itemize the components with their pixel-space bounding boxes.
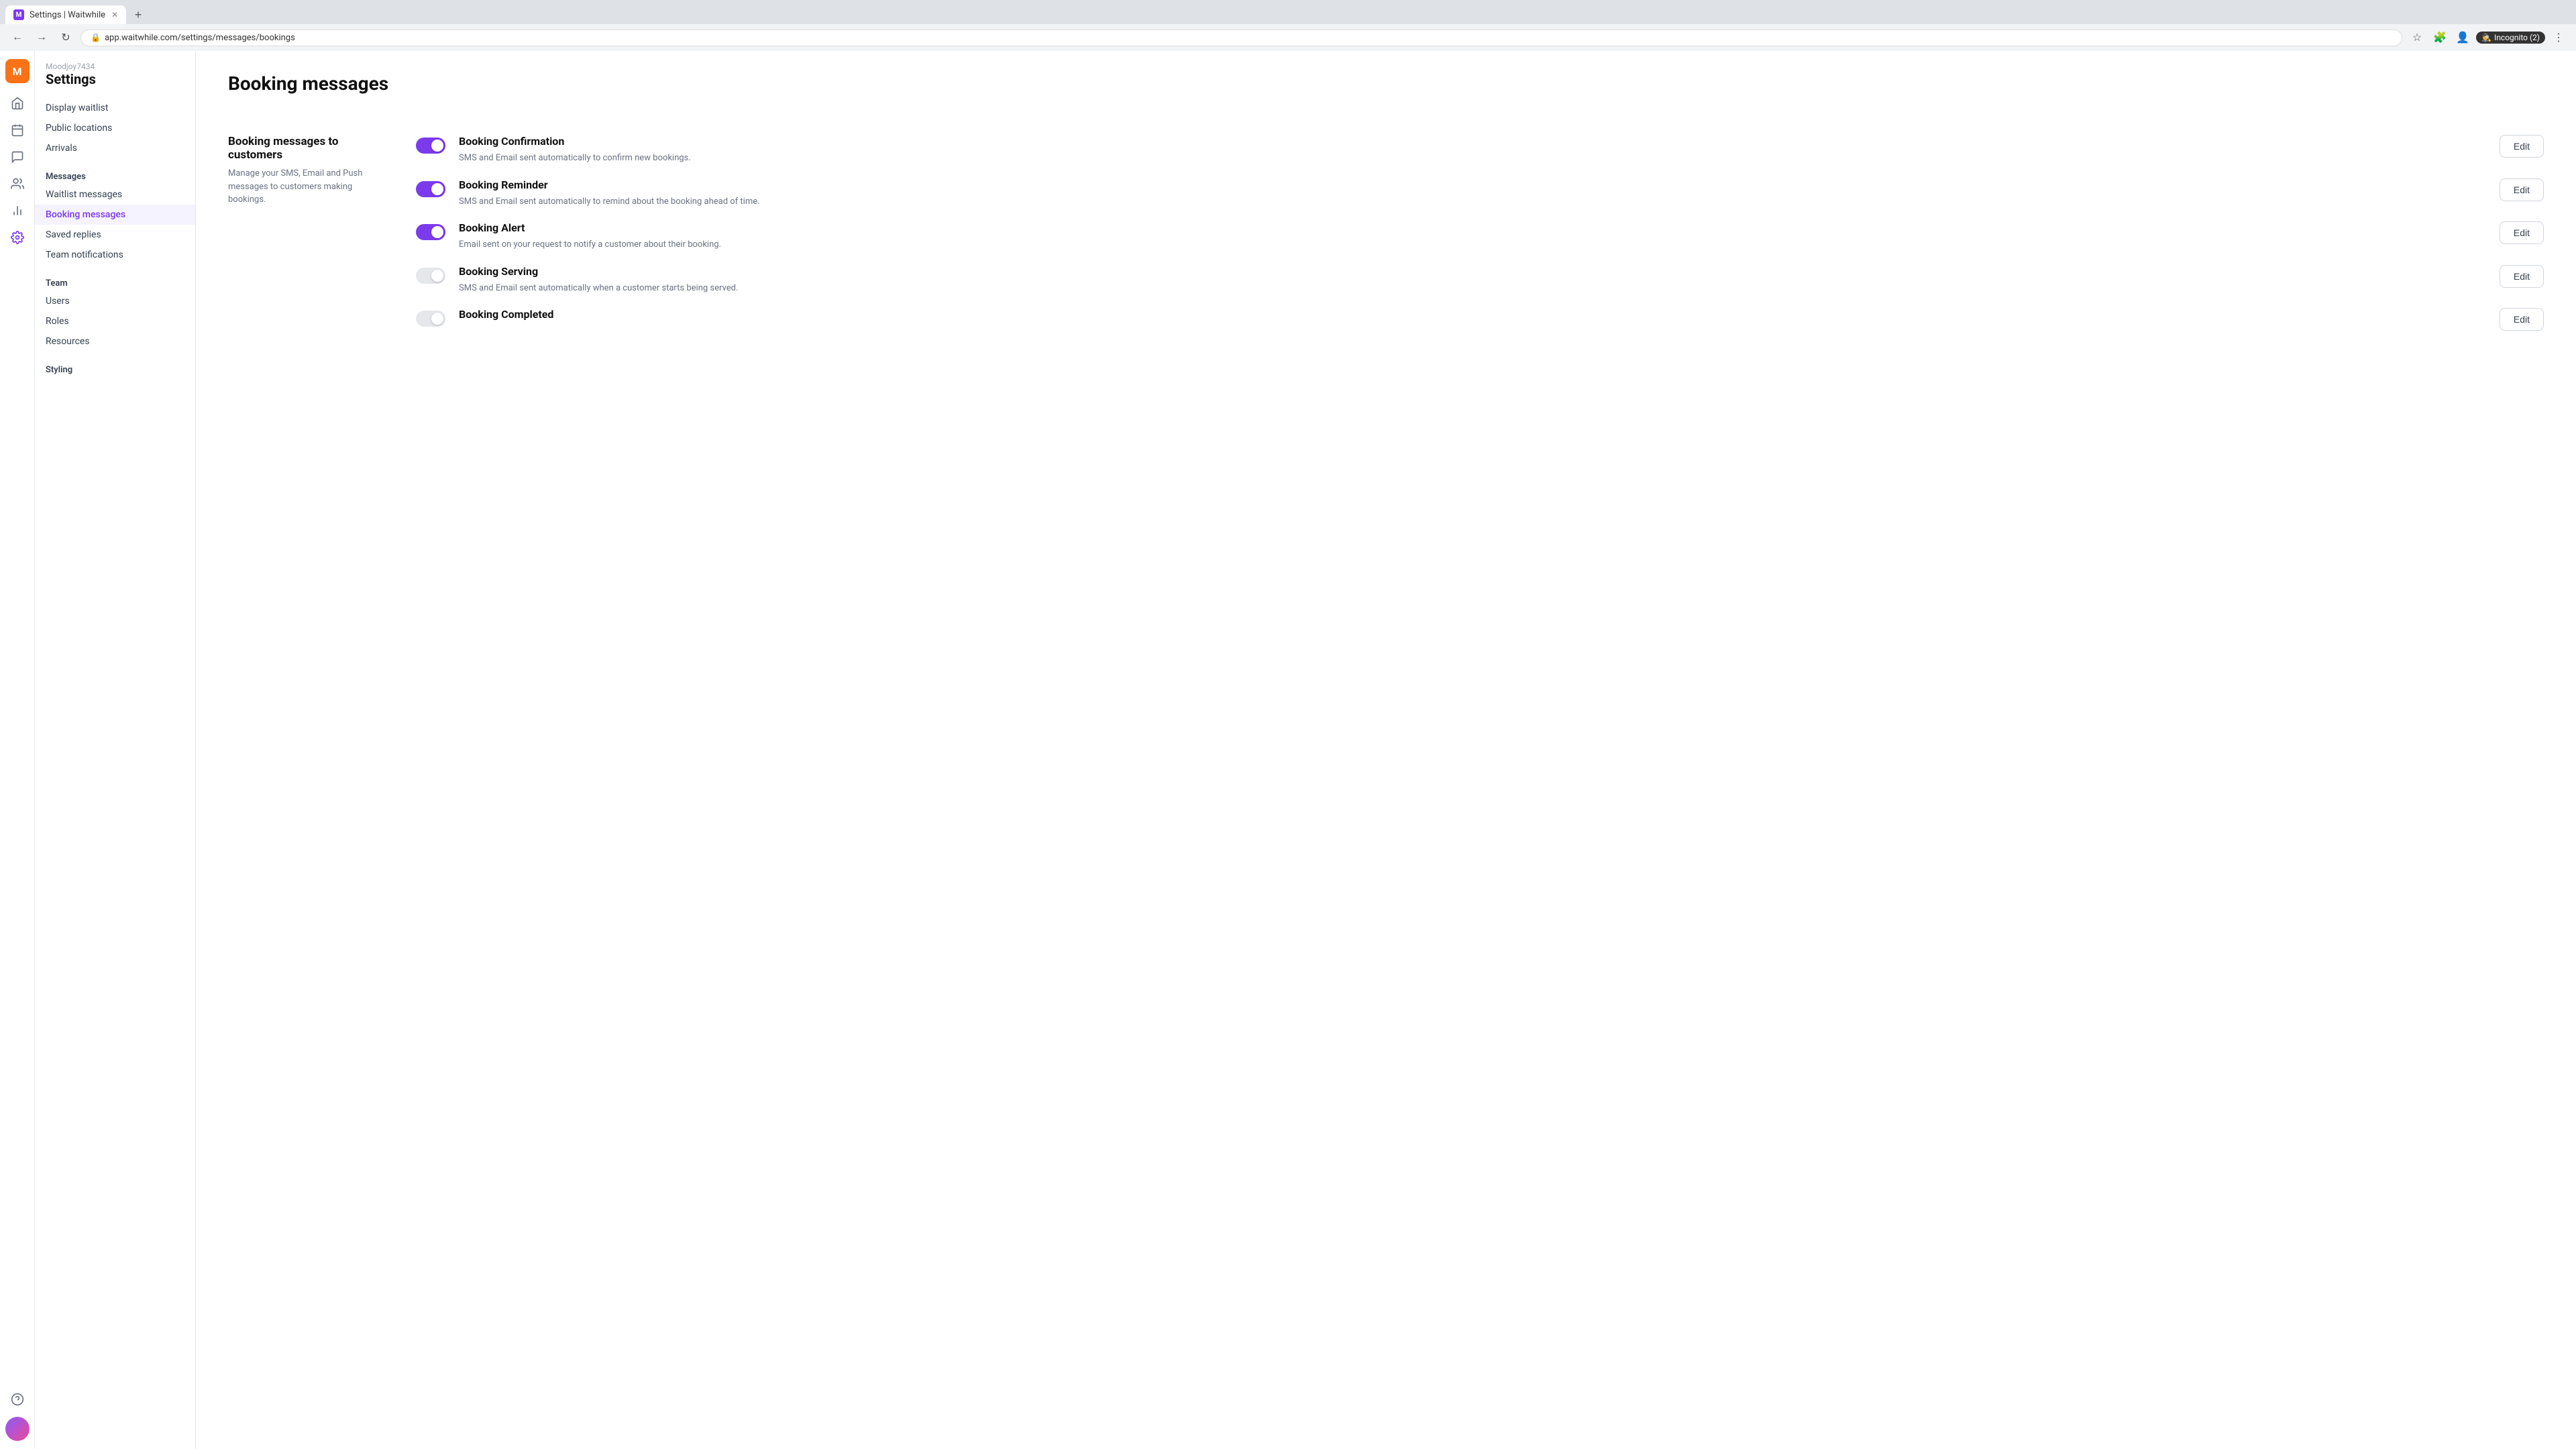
message-desc-alert: Email sent on your request to notify a c… (459, 238, 2486, 252)
menu-button[interactable]: ⋮ (2549, 28, 2568, 47)
sidebar-username: Moodjoy7434 (46, 62, 184, 71)
section-description: Manage your SMS, Email and Push messages… (228, 167, 389, 207)
sidebar-item-users[interactable]: Users (35, 291, 195, 311)
url-text: app.waitwhile.com/settings/messages/book… (105, 33, 2392, 43)
sidebar-item-roles[interactable]: Roles (35, 311, 195, 331)
message-title-serving: Booking Serving (459, 265, 2486, 278)
edit-alert-button[interactable]: Edit (2500, 221, 2544, 244)
message-desc-serving: SMS and Email sent automatically when a … (459, 282, 2486, 295)
toggle-alert-wrap (416, 221, 445, 240)
message-info-alert: Booking Alert Email sent on your request… (459, 221, 2486, 252)
reload-button[interactable]: ↻ (56, 28, 75, 47)
profile-button[interactable]: 👤 (2453, 28, 2472, 47)
booking-messages-section: Booking messages to customers Manage you… (228, 116, 2544, 350)
toggle-completed-wrap (416, 308, 445, 327)
sidebar-section-messages: Messages Waitlist messages Booking messa… (35, 169, 195, 265)
toggle-serving[interactable] (416, 268, 445, 284)
incognito-label: Incognito (2) (2494, 33, 2540, 42)
home-icon[interactable] (5, 91, 30, 115)
edit-confirmation-button[interactable]: Edit (2500, 135, 2544, 158)
message-title-alert: Booking Alert (459, 221, 2486, 234)
navigation-bar: ← → ↻ 🔒 app.waitwhile.com/settings/messa… (0, 24, 2576, 51)
sidebar-section-team-label: Team (35, 276, 195, 291)
sidebar-item-team-notifications[interactable]: Team notifications (35, 245, 195, 265)
incognito-badge: 🕵️ Incognito (2) (2476, 32, 2545, 44)
incognito-icon: 🕵️ (2481, 33, 2491, 42)
message-desc-confirmation: SMS and Email sent automatically to conf… (459, 152, 2486, 165)
tab-title: Settings | Waitwhile (30, 10, 105, 20)
forward-button[interactable]: → (32, 28, 51, 47)
sidebar-section-styling: Styling (35, 362, 195, 378)
section-title: Booking messages to customers (228, 135, 389, 162)
address-bar[interactable]: 🔒 app.waitwhile.com/settings/messages/bo… (80, 30, 2402, 46)
app-container: M Moodjoy7434 Settings (0, 51, 2576, 1449)
bookmark-button[interactable]: ☆ (2408, 28, 2426, 47)
browser-chrome: M Settings | Waitwhile ✕ + ← → ↻ 🔒 app.w… (0, 0, 2576, 51)
user-avatar[interactable] (5, 1417, 30, 1441)
main-content: Booking messages Booking messages to cus… (196, 51, 2576, 1449)
toggle-confirmation[interactable] (416, 138, 445, 154)
message-info-serving: Booking Serving SMS and Email sent autom… (459, 265, 2486, 295)
message-desc-reminder: SMS and Email sent automatically to remi… (459, 195, 2486, 209)
chat-icon[interactable] (5, 145, 30, 169)
message-card-reminder: Booking Reminder SMS and Email sent auto… (416, 178, 2544, 209)
toggle-confirmation-wrap (416, 135, 445, 154)
sidebar-section-messages-label: Messages (35, 169, 195, 184)
sidebar-item-booking-messages[interactable]: Booking messages (35, 205, 195, 225)
toggle-reminder-wrap (416, 178, 445, 197)
sidebar-item-resources[interactable]: Resources (35, 331, 195, 352)
page-title: Booking messages (228, 72, 2544, 95)
app-logo: M (5, 59, 30, 83)
toggle-serving-wrap (416, 265, 445, 284)
analytics-icon[interactable] (5, 199, 30, 223)
tab-close-button[interactable]: ✕ (111, 10, 118, 19)
edit-completed-button[interactable]: Edit (2500, 308, 2544, 331)
message-card-completed: Booking Completed Edit (416, 308, 2544, 331)
section-left-col: Booking messages to customers Manage you… (228, 135, 389, 207)
new-tab-button[interactable]: + (129, 5, 148, 24)
sidebar-item-arrivals[interactable]: Arrivals (35, 138, 195, 158)
sidebar-section-team: Team Users Roles Resources (35, 276, 195, 352)
tab-list: M Settings | Waitwhile ✕ + (5, 5, 2571, 24)
lock-icon: 🔒 (91, 33, 101, 42)
tab-bar: M Settings | Waitwhile ✕ + (0, 0, 2576, 24)
sidebar-item-display-waitlist[interactable]: Display waitlist (35, 98, 195, 118)
messages-list: Booking Confirmation SMS and Email sent … (416, 135, 2544, 331)
tab-favicon: M (13, 9, 24, 20)
sidebar-item-waitlist-messages[interactable]: Waitlist messages (35, 184, 195, 205)
message-card-alert: Booking Alert Email sent on your request… (416, 221, 2544, 252)
back-button[interactable]: ← (8, 28, 27, 47)
sidebar-title: Settings (46, 71, 184, 87)
nav-actions: ☆ 🧩 👤 🕵️ Incognito (2) ⋮ (2408, 28, 2568, 47)
sidebar-section-styling-label: Styling (35, 362, 195, 378)
icon-rail: M (0, 51, 35, 1449)
edit-reminder-button[interactable]: Edit (2500, 178, 2544, 201)
help-icon[interactable] (5, 1387, 30, 1411)
message-info-confirmation: Booking Confirmation SMS and Email sent … (459, 135, 2486, 165)
message-card-serving: Booking Serving SMS and Email sent autom… (416, 265, 2544, 295)
toggle-alert[interactable] (416, 224, 445, 240)
message-info-reminder: Booking Reminder SMS and Email sent auto… (459, 178, 2486, 209)
sidebar-item-saved-replies[interactable]: Saved replies (35, 225, 195, 245)
active-tab[interactable]: M Settings | Waitwhile ✕ (5, 5, 126, 24)
users-icon[interactable] (5, 172, 30, 196)
edit-serving-button[interactable]: Edit (2500, 265, 2544, 288)
sidebar-header: Moodjoy7434 Settings (35, 62, 195, 98)
extensions-button[interactable]: 🧩 (2430, 28, 2449, 47)
message-title-completed: Booking Completed (459, 308, 2486, 321)
calendar-icon[interactable] (5, 118, 30, 142)
settings-icon[interactable] (5, 225, 30, 250)
message-title-confirmation: Booking Confirmation (459, 135, 2486, 148)
toggle-reminder[interactable] (416, 181, 445, 197)
message-info-completed: Booking Completed (459, 308, 2486, 325)
sidebar: Moodjoy7434 Settings Display waitlist Pu… (35, 51, 196, 1449)
sidebar-item-public-locations[interactable]: Public locations (35, 118, 195, 138)
toggle-completed[interactable] (416, 311, 445, 327)
message-card-confirmation: Booking Confirmation SMS and Email sent … (416, 135, 2544, 165)
message-title-reminder: Booking Reminder (459, 178, 2486, 191)
